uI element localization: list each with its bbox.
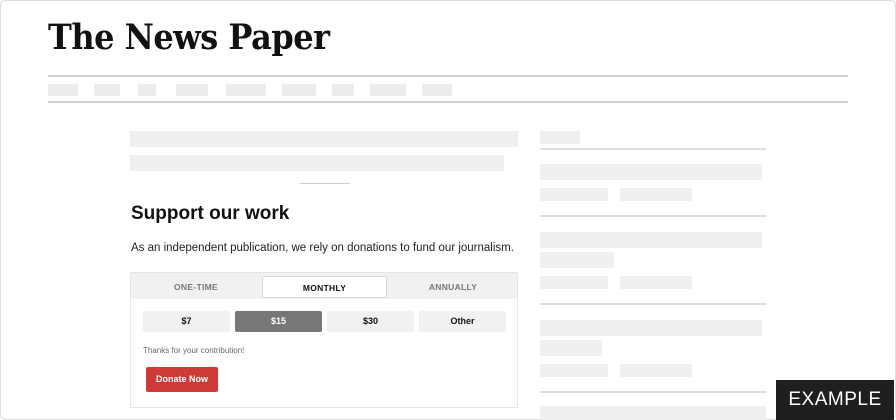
amount-button-other[interactable]: Other	[419, 311, 506, 332]
donate-button[interactable]: Donate Now	[146, 367, 218, 392]
sidebar-meta-placeholder	[620, 364, 692, 377]
tab-one-time[interactable]: ONE-TIME	[134, 276, 258, 298]
sidebar-meta-placeholder	[540, 188, 608, 201]
masthead-top-rule	[48, 75, 848, 77]
donation-title: Support our work	[131, 203, 290, 224]
article-headline-placeholder	[130, 131, 518, 147]
masthead-logo[interactable]: The News Paper	[48, 16, 330, 57]
nav-item-placeholder[interactable]	[370, 84, 406, 96]
thanks-message: Thanks for your contribution!	[143, 346, 245, 355]
sidebar-meta-placeholder	[540, 276, 608, 289]
tab-monthly[interactable]: MONTHLY	[262, 276, 387, 298]
section-divider	[300, 183, 350, 184]
nav-item-placeholder[interactable]	[94, 84, 120, 96]
sidebar-story-placeholder[interactable]	[540, 320, 762, 336]
article-headline-placeholder	[130, 155, 504, 171]
sidebar-story-placeholder[interactable]	[540, 164, 762, 180]
sidebar-divider	[540, 215, 766, 217]
sidebar-divider	[540, 148, 766, 150]
nav-bottom-rule	[48, 101, 848, 103]
sidebar-meta-placeholder	[620, 188, 692, 201]
amount-button-15[interactable]: $15	[235, 311, 322, 332]
tab-annually[interactable]: ANNUALLY	[391, 276, 515, 298]
sidebar-meta-placeholder	[540, 364, 608, 377]
sidebar-story-placeholder[interactable]	[540, 340, 602, 356]
nav-item-placeholder[interactable]	[48, 84, 78, 96]
nav-item-placeholder[interactable]	[138, 84, 156, 96]
donation-description: As an independent publication, we rely o…	[131, 242, 514, 254]
sidebar-divider	[540, 303, 766, 305]
nav-item-placeholder[interactable]	[332, 84, 354, 96]
frequency-tabs: ONE-TIME MONTHLY ANNUALLY	[131, 273, 517, 299]
sidebar-divider	[540, 391, 766, 393]
nav-item-placeholder[interactable]	[422, 84, 452, 96]
sidebar-heading-placeholder	[540, 131, 580, 144]
nav-item-placeholder[interactable]	[282, 84, 316, 96]
sidebar-story-placeholder[interactable]	[540, 406, 766, 420]
sidebar-meta-placeholder	[620, 276, 692, 289]
amount-button-7[interactable]: $7	[143, 311, 230, 332]
nav-item-placeholder[interactable]	[226, 84, 266, 96]
sidebar-story-placeholder[interactable]	[540, 252, 614, 268]
amount-button-30[interactable]: $30	[327, 311, 414, 332]
nav-item-placeholder[interactable]	[176, 84, 208, 96]
example-badge: EXAMPLE	[776, 380, 894, 420]
donation-card: ONE-TIME MONTHLY ANNUALLY $7 $15 $30 Oth…	[130, 272, 518, 408]
sidebar-story-placeholder[interactable]	[540, 232, 762, 248]
